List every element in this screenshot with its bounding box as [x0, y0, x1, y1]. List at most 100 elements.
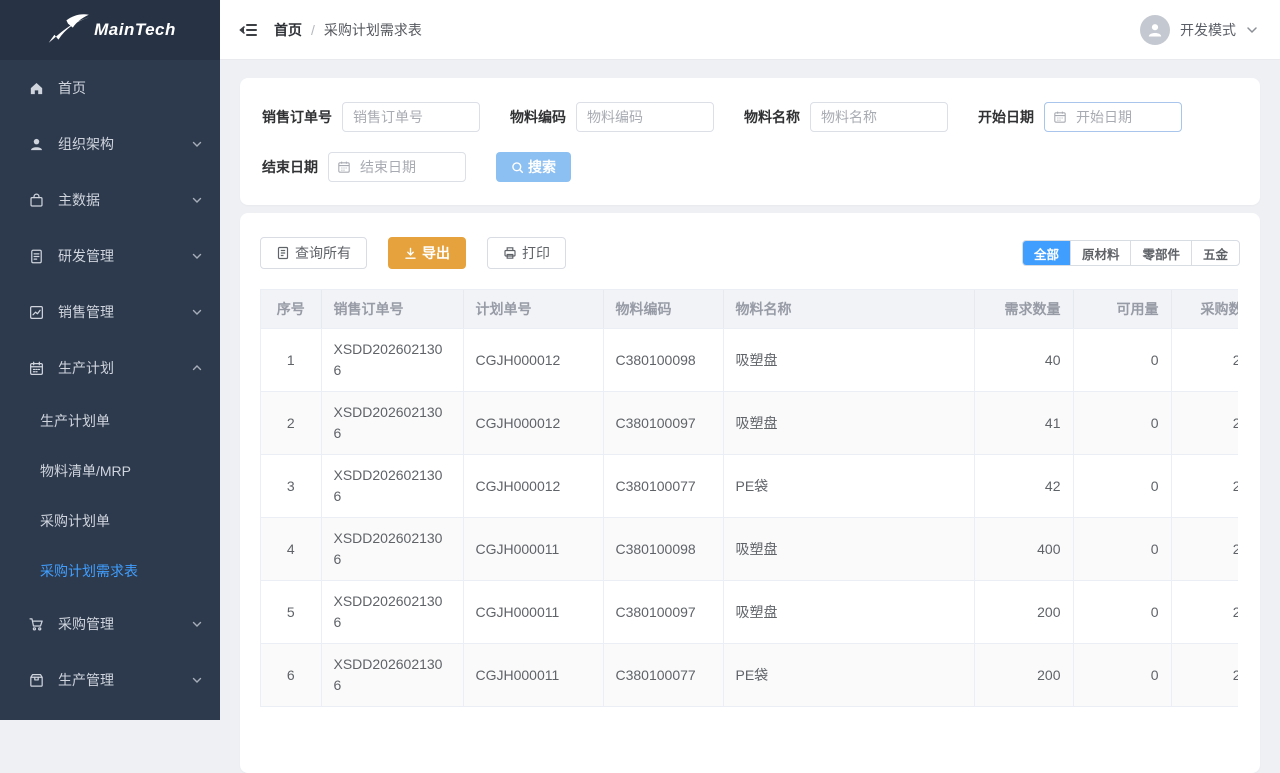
sidebar-item-master-data[interactable]: 主数据: [0, 172, 220, 228]
filter-field-material-code: 物料编码: [510, 102, 714, 132]
material-code-input[interactable]: [576, 102, 714, 132]
table-row: 6XSDD2026021306CGJH000011C380100077PE袋20…: [261, 643, 1238, 706]
material-name-input[interactable]: [810, 102, 948, 132]
user-mode-label: 开发模式: [1180, 20, 1236, 40]
user-menu[interactable]: 开发模式: [1140, 15, 1258, 45]
cell-index: 1: [261, 328, 321, 391]
tab-all[interactable]: 全部: [1023, 241, 1070, 265]
input-wrap: [810, 102, 948, 132]
content: 销售订单号 物料编码 物料名称 开始日期结束日期 搜索 查询所有: [220, 60, 1280, 773]
cell-purchase-qty: 2: [1171, 391, 1238, 454]
table-row: 3XSDD2026021306CGJH000012C380100077PE袋42…: [261, 454, 1238, 517]
export-button[interactable]: 导出: [388, 237, 466, 269]
print-button[interactable]: 打印: [487, 237, 566, 269]
sidebar-item-sales-mgmt[interactable]: 销售管理: [0, 284, 220, 340]
calendar-icon: [28, 360, 45, 377]
sidebar-menu: 首页组织架构主数据研发管理销售管理生产计划生产计划单物料清单/MRP采购计划单采…: [0, 60, 220, 708]
chart-icon: [28, 304, 45, 321]
column-header-required-qty: 需求数量: [974, 290, 1073, 328]
sidebar-item-purchase-mgmt[interactable]: 采购管理: [0, 596, 220, 652]
table-row: 5XSDD2026021306CGJH000011C380100097吸塑盘20…: [261, 580, 1238, 643]
export-label: 导出: [422, 243, 450, 263]
column-header-plan-no: 计划单号: [463, 290, 603, 328]
cell-available-qty: 0: [1073, 643, 1171, 706]
search-label: 搜索: [528, 157, 556, 177]
print-label: 打印: [522, 243, 550, 263]
cell-index: 5: [261, 580, 321, 643]
cell-required-qty: 200: [974, 580, 1073, 643]
sidebar-item-org[interactable]: 组织架构: [0, 116, 220, 172]
cell-required-qty: 40: [974, 328, 1073, 391]
filter-label-start-date: 开始日期: [978, 107, 1034, 127]
sidebar-item-label: 生产管理: [58, 670, 192, 690]
cell-sales-order-no: XSDD2026021306: [321, 328, 463, 391]
cell-material-code: C380100098: [603, 517, 723, 580]
bag-icon: [28, 192, 45, 209]
breadcrumb: 首页 / 采购计划需求表: [274, 20, 422, 40]
cell-sales-order-no: XSDD2026021306: [321, 643, 463, 706]
tab-parts[interactable]: 零部件: [1130, 241, 1191, 265]
cell-index: 2: [261, 391, 321, 454]
filter-panel: 销售订单号 物料编码 物料名称 开始日期结束日期 搜索: [240, 78, 1260, 205]
cell-available-qty: 0: [1073, 391, 1171, 454]
cell-material-code: C380100098: [603, 328, 723, 391]
sidebar-subitem-production-plan-order[interactable]: 生产计划单: [0, 396, 220, 446]
sidebar-item-rd-mgmt[interactable]: 研发管理: [0, 228, 220, 284]
cell-plan-no: CGJH000012: [463, 391, 603, 454]
query-all-button[interactable]: 查询所有: [260, 237, 367, 269]
column-header-index: 序号: [261, 290, 321, 328]
tab-hardware[interactable]: 五金: [1191, 241, 1239, 265]
printer-icon: [503, 246, 517, 260]
cell-material-name: 吸塑盘: [723, 391, 974, 454]
sidebar-subitem-bom-mrp[interactable]: 物料清单/MRP: [0, 446, 220, 496]
cell-sales-order-no: XSDD2026021306: [321, 391, 463, 454]
brand-swoosh-icon: [44, 12, 92, 48]
cell-available-qty: 0: [1073, 580, 1171, 643]
end-date-input[interactable]: [328, 152, 466, 182]
filter-label-material-name: 物料名称: [744, 107, 800, 127]
sidebar-item-label: 主数据: [58, 190, 192, 210]
table-row: 4XSDD2026021306CGJH000011C380100098吸塑盘40…: [261, 517, 1238, 580]
breadcrumb-home-link[interactable]: 首页: [274, 20, 302, 40]
sidebar-subitem-purchase-plan-order[interactable]: 采购计划单: [0, 496, 220, 546]
sidebar-item-production-mgmt[interactable]: 生产管理: [0, 652, 220, 708]
filter-field-material-name: 物料名称: [744, 102, 948, 132]
sales-order-no-input[interactable]: [342, 102, 480, 132]
breadcrumb-current: 采购计划需求表: [324, 20, 422, 40]
tab-raw-material[interactable]: 原材料: [1070, 241, 1131, 265]
search-button[interactable]: 搜索: [496, 152, 571, 182]
chevron-down-icon: [192, 139, 202, 149]
topbar: 首页 / 采购计划需求表 开发模式: [220, 0, 1280, 60]
download-icon: [404, 247, 417, 260]
filter-label-end-date: 结束日期: [262, 157, 318, 177]
cell-purchase-qty: 2: [1171, 643, 1238, 706]
cell-material-code: C380100077: [603, 643, 723, 706]
sidebar-item-production-plan[interactable]: 生产计划: [0, 340, 220, 396]
filter-field-end-date: 结束日期: [262, 152, 466, 182]
avatar: [1140, 15, 1170, 45]
input-wrap: [342, 102, 480, 132]
cell-material-name: PE袋: [723, 454, 974, 517]
start-date-input[interactable]: [1044, 102, 1182, 132]
cell-material-code: C380100077: [603, 454, 723, 517]
cell-plan-no: CGJH000012: [463, 454, 603, 517]
cell-purchase-qty: 2: [1171, 517, 1238, 580]
chevron-down-icon: [192, 251, 202, 261]
cell-required-qty: 400: [974, 517, 1073, 580]
column-header-purchase-qty: 采购数量: [1171, 290, 1238, 328]
brand-logo: MainTech: [0, 0, 220, 60]
sidebar-item-label: 生产计划: [58, 358, 192, 378]
cell-plan-no: CGJH000011: [463, 517, 603, 580]
cell-plan-no: CGJH000011: [463, 580, 603, 643]
cell-index: 6: [261, 643, 321, 706]
sidebar-subitem-purchase-plan-demand[interactable]: 采购计划需求表: [0, 546, 220, 596]
cell-sales-order-no: XSDD2026021306: [321, 517, 463, 580]
sidebar-item-home[interactable]: 首页: [0, 60, 220, 116]
filter-label-material-code: 物料编码: [510, 107, 566, 127]
sidebar-subitem-label: 生产计划单: [40, 411, 110, 431]
chevron-down-icon: [192, 675, 202, 685]
table-toolbar: 查询所有 导出: [260, 237, 1240, 269]
chevron-down-icon: [1246, 24, 1258, 36]
filter-label-sales-order-no: 销售订单号: [262, 107, 332, 127]
sidebar-fold-icon[interactable]: [238, 19, 260, 41]
